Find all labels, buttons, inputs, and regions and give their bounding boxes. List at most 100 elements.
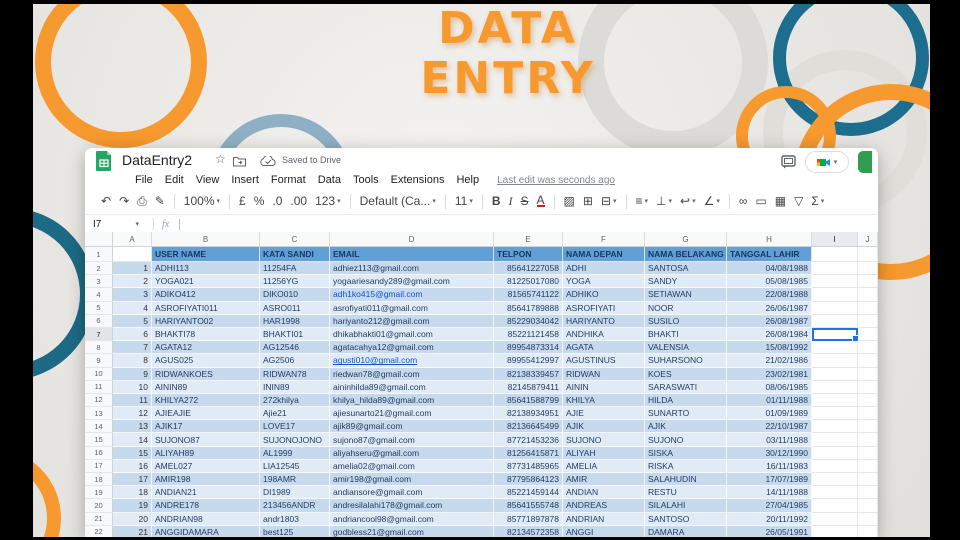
cell[interactable]: andriancool98@gmail.com bbox=[330, 512, 494, 526]
cell[interactable] bbox=[812, 407, 858, 421]
cell[interactable] bbox=[858, 486, 878, 500]
cell[interactable]: andr1803 bbox=[260, 512, 330, 526]
cell[interactable]: 17 bbox=[113, 473, 152, 487]
column-header-B[interactable]: B bbox=[152, 232, 260, 246]
comment-history-icon[interactable] bbox=[781, 155, 796, 169]
cell[interactable]: 15/08/1992 bbox=[727, 341, 812, 355]
cell[interactable]: 81256415871 bbox=[494, 446, 563, 460]
cell[interactable]: sujono87@gmail.com bbox=[330, 433, 494, 447]
cell[interactable]: ALIYAH89 bbox=[152, 446, 260, 460]
cell[interactable]: 26/08/1987 bbox=[727, 314, 812, 328]
column-header-I[interactable]: I bbox=[812, 232, 858, 246]
cell[interactable]: andiansore@gmail.com bbox=[330, 486, 494, 500]
cell[interactable]: 19 bbox=[113, 499, 152, 513]
cell[interactable] bbox=[858, 354, 878, 368]
cell[interactable]: amelia02@gmail.com bbox=[330, 459, 494, 473]
paint-format-button[interactable]: ✎ bbox=[155, 194, 165, 208]
column-header-F[interactable]: F bbox=[563, 232, 645, 246]
cell[interactable] bbox=[858, 327, 878, 342]
cell[interactable]: 27/04/1985 bbox=[727, 499, 812, 513]
cell[interactable]: SUJONOJONO bbox=[260, 433, 330, 447]
redo-button[interactable]: ↷ bbox=[119, 194, 129, 208]
cell[interactable]: KOES bbox=[645, 367, 727, 381]
cell[interactable] bbox=[812, 446, 858, 460]
cell[interactable]: 18 bbox=[113, 486, 152, 500]
cell[interactable]: asrofiyati011@gmail.com bbox=[330, 301, 494, 315]
cell[interactable] bbox=[858, 459, 878, 473]
cell[interactable]: ININ89 bbox=[260, 380, 330, 394]
cell[interactable] bbox=[858, 288, 878, 302]
cell[interactable]: 87795864123 bbox=[494, 473, 563, 487]
cell[interactable] bbox=[812, 420, 858, 434]
row-header-6[interactable]: 6 bbox=[85, 314, 113, 328]
vertical-align-button[interactable]: ⊥ ▾ bbox=[656, 194, 672, 208]
cell[interactable]: DIKO010 bbox=[260, 288, 330, 302]
cell[interactable] bbox=[858, 512, 878, 526]
cell[interactable]: 16 bbox=[113, 459, 152, 473]
merge-cells-button[interactable]: ⊟ ▾ bbox=[601, 194, 617, 208]
header-cell[interactable]: KATA SANDI bbox=[260, 247, 330, 262]
cell[interactable]: 213456ANDR bbox=[260, 499, 330, 513]
cell[interactable]: 85771897878 bbox=[494, 512, 563, 526]
cell[interactable]: AG2506 bbox=[260, 354, 330, 368]
cell[interactable]: 20/11/1992 bbox=[727, 512, 812, 526]
cell[interactable]: amir198@gmail.com bbox=[330, 473, 494, 487]
cell[interactable]: AGUSTINUS bbox=[563, 354, 645, 368]
cell[interactable] bbox=[812, 512, 858, 526]
cell[interactable]: NOOR bbox=[645, 301, 727, 315]
cell[interactable]: 9 bbox=[113, 367, 152, 381]
cell[interactable]: 13 bbox=[113, 420, 152, 434]
cell[interactable]: 14/11/1988 bbox=[727, 486, 812, 500]
column-header-A[interactable]: A bbox=[113, 232, 152, 246]
cell[interactable]: ASRO011 bbox=[260, 301, 330, 315]
cell[interactable]: ANDRE178 bbox=[152, 499, 260, 513]
cell[interactable]: 11 bbox=[113, 393, 152, 408]
cell[interactable]: hariyanto212@gmail.com bbox=[330, 314, 494, 328]
cell[interactable]: dhikabhakti01@gmail.com bbox=[330, 327, 494, 342]
cell[interactable]: ADHI bbox=[563, 262, 645, 276]
cell[interactable]: 12 bbox=[113, 407, 152, 421]
cell[interactable] bbox=[812, 473, 858, 487]
cell[interactable]: 17/07/1989 bbox=[727, 473, 812, 487]
cell[interactable]: 30/12/1990 bbox=[727, 446, 812, 460]
zoom-select[interactable]: 100% ▾ bbox=[184, 194, 220, 208]
email-link[interactable]: agusti010@gmail.com bbox=[333, 355, 417, 365]
cell[interactable]: RIDWAN bbox=[563, 367, 645, 381]
menu-edit[interactable]: Edit bbox=[159, 174, 190, 186]
row-header-11[interactable]: 11 bbox=[85, 380, 113, 394]
cell[interactable]: 26/08/1984 bbox=[727, 327, 812, 342]
share-button[interactable] bbox=[858, 151, 872, 173]
cell[interactable]: ADHIKO bbox=[563, 288, 645, 302]
cell[interactable] bbox=[858, 341, 878, 355]
cell[interactable]: 22/08/1988 bbox=[727, 288, 812, 302]
cell[interactable]: 2 bbox=[113, 275, 152, 289]
cell[interactable]: 5 bbox=[113, 314, 152, 328]
cell[interactable]: 01/11/1988 bbox=[727, 393, 812, 408]
header-cell[interactable]: EMAIL bbox=[330, 247, 494, 262]
cell[interactable]: agusti010@gmail.com bbox=[330, 354, 494, 368]
column-header-J[interactable]: J bbox=[858, 232, 878, 246]
cell[interactable]: 85641588799 bbox=[494, 393, 563, 408]
menu-extensions[interactable]: Extensions bbox=[385, 174, 451, 186]
cell[interactable] bbox=[858, 525, 878, 537]
cell[interactable]: andresilalahi178@gmail.com bbox=[330, 499, 494, 513]
cell[interactable]: HARIYANTO02 bbox=[152, 314, 260, 328]
cell[interactable]: ASROFIYATI bbox=[563, 301, 645, 315]
cell[interactable]: 11256YG bbox=[260, 275, 330, 289]
cell[interactable]: SARASWATI bbox=[645, 380, 727, 394]
header-cell[interactable]: NAMA DEPAN bbox=[563, 247, 645, 262]
row-header-4[interactable]: 4 bbox=[85, 288, 113, 302]
cell[interactable]: Ajie21 bbox=[260, 407, 330, 421]
font-select[interactable]: Default (Ca... ▾ bbox=[360, 194, 436, 208]
row-header-16[interactable]: 16 bbox=[85, 446, 113, 460]
cell[interactable]: 8 bbox=[113, 354, 152, 368]
cell[interactable]: yogaariesandy289@gmail.com bbox=[330, 275, 494, 289]
cell[interactable]: AL1999 bbox=[260, 446, 330, 460]
text-wrap-button[interactable]: ↩ ▾ bbox=[680, 194, 696, 208]
cell[interactable]: 20 bbox=[113, 512, 152, 526]
cell[interactable]: AININ89 bbox=[152, 380, 260, 394]
header-cell[interactable]: TANGGAL LAHIR bbox=[727, 247, 812, 262]
cell[interactable]: ANGGIDAMARA bbox=[152, 525, 260, 537]
cell[interactable]: ANDRIAN98 bbox=[152, 512, 260, 526]
cell[interactable] bbox=[812, 341, 858, 355]
